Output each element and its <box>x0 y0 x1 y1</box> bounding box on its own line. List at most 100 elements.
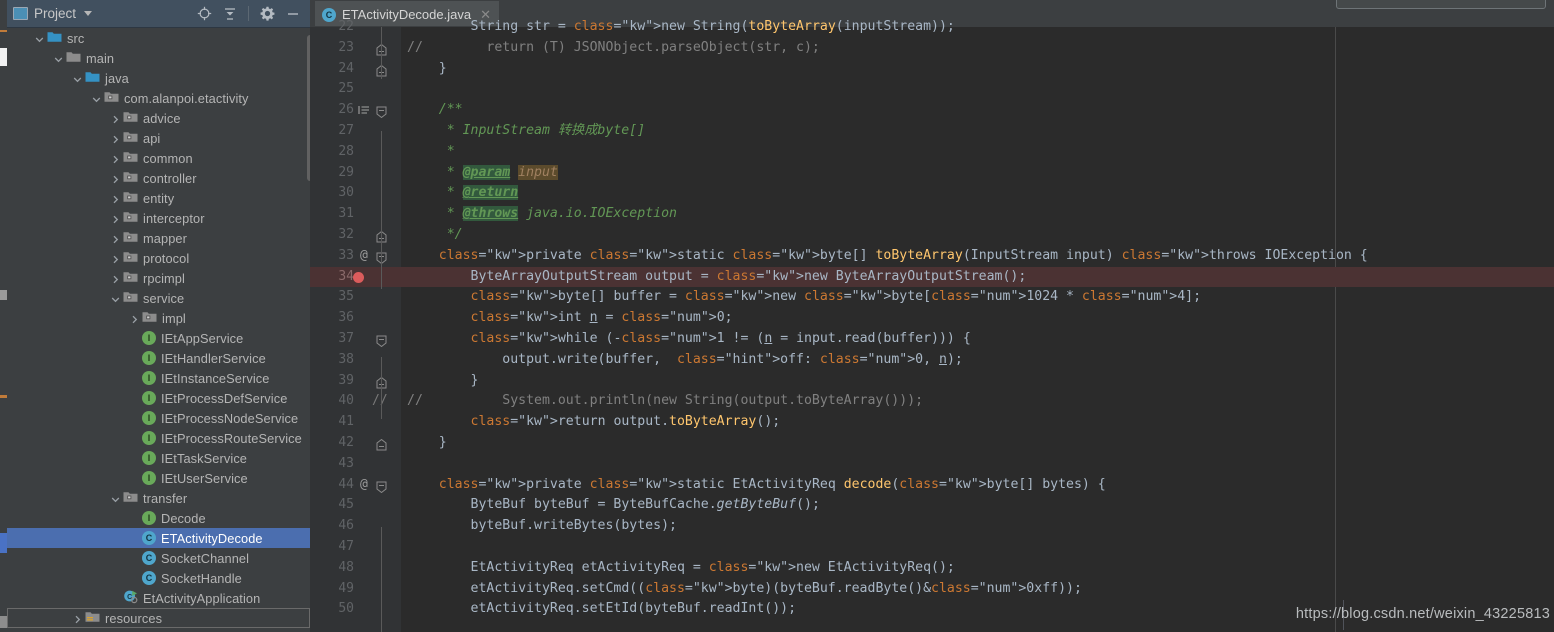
folder-package <box>142 310 157 326</box>
fold-connector <box>381 527 382 632</box>
tree-node-label: advice <box>143 110 181 126</box>
breakpoint-icon[interactable] <box>353 271 364 283</box>
editor-area: C ETActivityDecode.java ✕ 22 String str … <box>310 0 1554 632</box>
tree-node-iettaskservice[interactable]: I IEtTaskService <box>7 448 310 468</box>
tree-node-ietprocessrouteservice[interactable]: I IEtProcessRouteService <box>7 428 310 448</box>
tree-node-label: IEtProcessDefService <box>161 390 288 406</box>
tree-node-interceptor[interactable]: interceptor <box>7 208 310 228</box>
tree-node-ietprocessnodeservice[interactable]: I IEtProcessNodeService <box>7 408 310 428</box>
folder-source <box>47 30 62 46</box>
tree-node-label: controller <box>143 170 197 186</box>
tree-node-entity[interactable]: entity <box>7 188 310 208</box>
tree-node-com-alanpoi-etactivity[interactable]: com.alanpoi.etactivity <box>7 88 310 108</box>
line-number: 22 <box>338 19 354 34</box>
code-fold-icon[interactable] <box>376 334 387 348</box>
code-text: * @return <box>407 185 519 201</box>
chevron-right-icon[interactable] <box>110 193 121 204</box>
tree-node-label: com.alanpoi.etactivity <box>124 90 249 106</box>
tree-node-protocol[interactable]: protocol <box>7 248 310 268</box>
code-fold-icon[interactable] <box>376 105 387 119</box>
chevron-right-icon[interactable] <box>110 153 121 164</box>
project-title-button[interactable]: Project <box>13 6 93 21</box>
gear-icon[interactable] <box>260 6 275 21</box>
minimize-icon[interactable] <box>286 7 300 21</box>
line-number: 32 <box>338 227 354 242</box>
tree-node-ietuserservice[interactable]: I IEtUserService <box>7 468 310 488</box>
folder-resources <box>85 610 100 626</box>
chevron-right-icon[interactable] <box>110 233 121 244</box>
tree-node-decode[interactable]: I Decode <box>7 508 310 528</box>
chevron-down-icon[interactable] <box>34 33 45 44</box>
tree-node-ietappservice[interactable]: I IEtAppService <box>7 328 310 348</box>
line-number: 49 <box>338 580 354 596</box>
chevron-down-icon[interactable] <box>53 53 64 64</box>
tree-node-main[interactable]: main <box>7 48 310 68</box>
tree-node-impl[interactable]: impl <box>7 308 310 328</box>
code-fold-icon[interactable] <box>376 438 387 451</box>
tree-node-common[interactable]: common <box>7 148 310 168</box>
tree-node-iethandlerservice[interactable]: I IEtHandlerService <box>7 348 310 368</box>
tree-node-label: protocol <box>143 250 190 266</box>
code-line: 33 @ class="kw">private class="kw">static… <box>310 246 1554 267</box>
folder-package <box>123 110 138 126</box>
locate-icon[interactable] <box>197 6 212 21</box>
code-text: etActivityReq.setCmd((class="kw">byte)(b… <box>407 580 1082 596</box>
chevron-right-icon[interactable] <box>110 253 121 264</box>
tree-node-ietprocessdefservice[interactable]: I IEtProcessDefService <box>7 388 310 408</box>
tree-node-resources[interactable]: resources <box>7 608 310 628</box>
chevron-right-icon[interactable] <box>110 133 121 144</box>
tree-node-src[interactable]: src <box>7 28 310 48</box>
tree-node-socketchannel[interactable]: C SocketChannel <box>7 548 310 568</box>
code-text: // return (T) JSONObject.parseObject(str… <box>407 39 820 55</box>
code-line: 41 class="kw">return output.toByteArray(… <box>310 412 1554 433</box>
tree-node-java[interactable]: java <box>7 68 310 88</box>
line-number: 31 <box>338 206 354 222</box>
tree-node-advice[interactable]: advice <box>7 108 310 128</box>
chevron-right-icon[interactable] <box>110 113 121 124</box>
chevron-right-icon[interactable] <box>110 173 121 184</box>
tree-node-sockethandle[interactable]: C SocketHandle <box>7 568 310 588</box>
line-number: 30 <box>338 185 354 201</box>
tree-node-controller[interactable]: controller <box>7 168 310 188</box>
chevron-down-icon[interactable] <box>84 11 93 16</box>
code-fold-icon[interactable] <box>376 480 387 493</box>
folder-package <box>104 90 119 106</box>
chevron-right-icon[interactable] <box>129 313 140 324</box>
tree-node-label: api <box>143 130 161 146</box>
tree-node-rpcimpl[interactable]: rpcimpl <box>7 268 310 288</box>
override-marker-icon[interactable]: @ <box>360 246 368 267</box>
line-number: 33 <box>338 247 354 263</box>
project-tool-window: Project src main java com.alanpoi.etacti… <box>7 0 314 632</box>
chevron-down-icon[interactable] <box>91 93 102 104</box>
code-text: class="kw">private class="kw">static cla… <box>438 247 1368 263</box>
chevron-right-icon[interactable] <box>110 213 121 224</box>
code-line: 25 <box>310 79 1554 100</box>
chevron-down-icon[interactable] <box>110 493 121 504</box>
code-viewport[interactable]: 22 String str = class="kw">new String(to… <box>310 19 1554 632</box>
chevron-down-icon[interactable] <box>72 73 83 84</box>
line-number: 26 <box>338 102 354 118</box>
code-line: 27 * InputStream 转换成byte[] <box>310 121 1554 142</box>
tree-node-etactivityapplication[interactable]: C EtActivityApplication <box>7 588 310 608</box>
tree-node-transfer[interactable]: transfer <box>7 488 310 508</box>
tree-node-label: IEtInstanceService <box>161 370 270 386</box>
project-tree[interactable]: src main java com.alanpoi.etactivity advice a… <box>7 28 310 632</box>
class-icon: C <box>142 551 156 565</box>
collapse-all-icon[interactable] <box>223 7 237 21</box>
chevron-right-icon[interactable] <box>110 273 121 284</box>
strip-mark <box>0 395 7 398</box>
line-number: 38 <box>338 351 354 367</box>
search-input[interactable] <box>1336 0 1546 9</box>
toolbar-divider <box>248 6 249 21</box>
strip-mark <box>0 30 7 32</box>
tree-node-mapper[interactable]: mapper <box>7 228 310 248</box>
folder-package <box>123 490 138 506</box>
tree-node-service[interactable]: service <box>7 288 310 308</box>
override-marker-icon[interactable]: @ <box>360 475 368 496</box>
tree-node-etactivitydecode[interactable]: C ETActivityDecode <box>7 528 310 548</box>
chevron-down-icon[interactable] <box>110 293 121 304</box>
chevron-right-icon[interactable] <box>72 613 83 624</box>
tree-node-ietinstanceservice[interactable]: I IEtInstanceService <box>7 368 310 388</box>
tree-node-api[interactable]: api <box>7 128 310 148</box>
folder-source <box>85 70 100 86</box>
